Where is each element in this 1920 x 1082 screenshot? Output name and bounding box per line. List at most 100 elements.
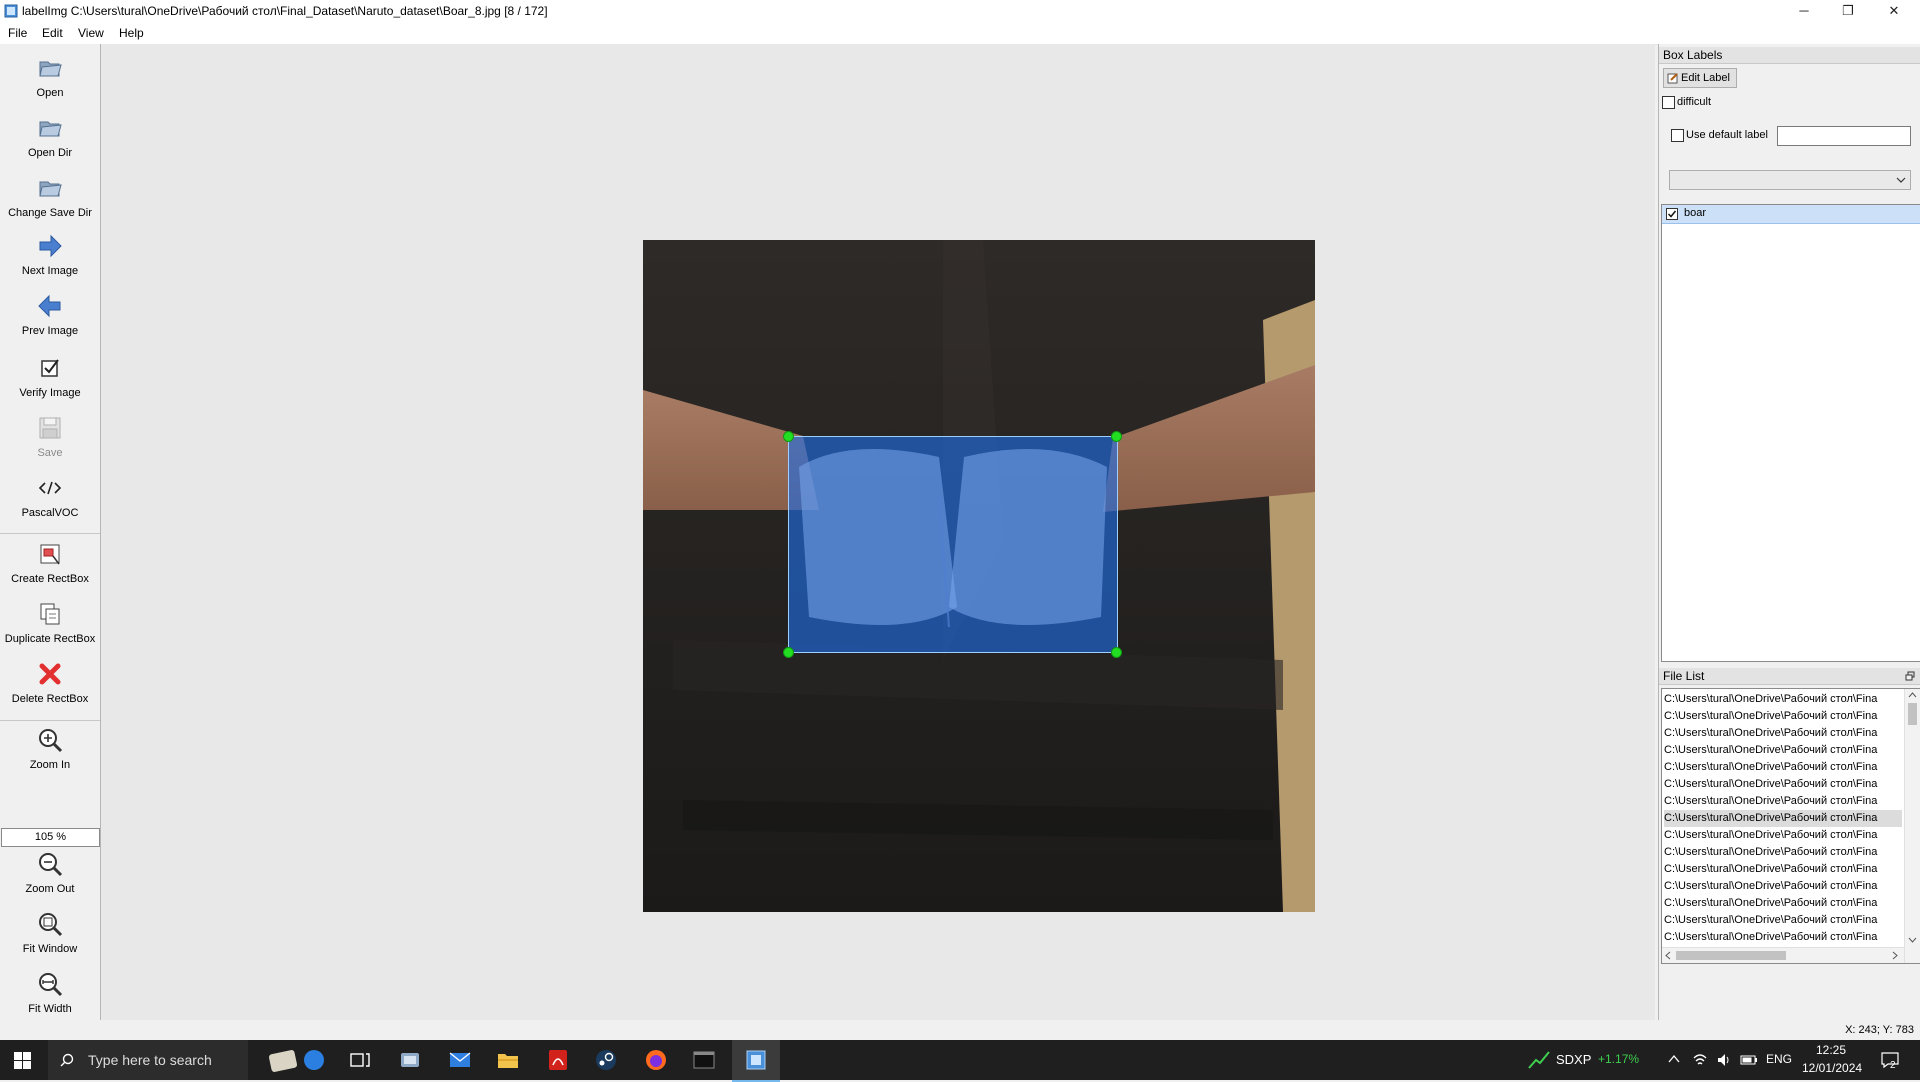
save-button[interactable]: Save [0,414,100,459]
wifi-icon[interactable] [1692,1052,1708,1068]
fit-window-label: Fit Window [22,943,78,955]
file-list-item[interactable]: C:\Users\tural\OneDrive\Рабочий стол\Fin… [1664,895,1902,912]
image-canvas[interactable] [101,44,1655,1020]
scroll-left-icon[interactable] [1665,951,1671,960]
bbox-handle-bottom-left[interactable] [783,647,794,658]
stock-change: +1.17% [1598,1052,1640,1066]
scroll-right-icon[interactable] [1892,951,1898,960]
zoom-in-button[interactable]: Zoom In [0,726,100,771]
close-button[interactable]: ✕ [1874,0,1914,22]
bbox-handle-top-left[interactable] [783,431,794,442]
title-bar: labelImg C:\Users\tural\OneDrive\Рабочий… [0,0,1920,22]
delete-rectbox-button[interactable]: Delete RectBox [0,660,100,705]
file-list-panel: File List [1659,668,1920,685]
folder-open-icon [39,181,62,197]
taskbar: Type here to search SDXP +1.17% ENG 12:2… [0,1040,1920,1082]
menu-edit[interactable]: Edit [42,26,63,40]
file-list-item[interactable]: C:\Users\tural\OneDrive\Рабочий стол\Fin… [1664,878,1902,895]
battery-icon[interactable] [1740,1053,1758,1067]
file-list-item[interactable]: C:\Users\tural\OneDrive\Рабочий стол\Fin… [1664,725,1902,742]
zoom-out-button[interactable]: Zoom Out [0,850,100,895]
file-list[interactable]: C:\Users\tural\OneDrive\Рабочий стол\Fin… [1661,688,1920,964]
mail-icon[interactable] [448,1048,472,1072]
clock-time[interactable]: 12:25 [1816,1043,1846,1057]
file-list-item[interactable]: C:\Users\tural\OneDrive\Рабочий стол\Fin… [1664,759,1902,776]
file-list-item[interactable]: C:\Users\tural\OneDrive\Рабочий стол\Fin… [1664,793,1902,810]
file-list-item[interactable]: C:\Users\tural\OneDrive\Рабочий стол\Fin… [1664,929,1902,946]
use-default-label-checkbox[interactable] [1671,129,1684,142]
toolbar-separator [0,720,100,721]
open-button[interactable]: Open [0,54,100,99]
scrollbar-thumb[interactable] [1908,703,1917,725]
bounding-box-boar[interactable] [788,436,1118,653]
checked-checkbox-icon[interactable] [1666,208,1678,220]
scrollbar-thumb[interactable] [1676,951,1786,960]
file-list-item-selected[interactable]: C:\Users\tural\OneDrive\Рабочий стол\Fin… [1664,810,1902,827]
fit-width-button[interactable]: Fit Width [0,970,100,1015]
firefox-icon[interactable] [644,1048,668,1072]
format-pascalvoc-button[interactable]: PascalVOC [0,474,100,519]
file-list-item[interactable]: C:\Users\tural\OneDrive\Рабочий стол\Fin… [1664,844,1902,861]
float-panel-icon[interactable] [1905,671,1915,681]
clock-date[interactable]: 12/01/2024 [1802,1061,1862,1075]
change-save-dir-label: Change Save Dir [8,207,92,219]
app-icon[interactable] [398,1048,422,1072]
label-list-item[interactable]: boar [1662,205,1920,224]
file-list-item[interactable]: C:\Users\tural\OneDrive\Рабочий стол\Fin… [1664,708,1902,725]
bbox-handle-bottom-right[interactable] [1111,647,1122,658]
box-labels-panel: Box Labels [1659,47,1920,64]
scroll-down-icon[interactable] [1908,937,1917,943]
file-list-item[interactable]: C:\Users\tural\OneDrive\Рабочий стол\Fin… [1664,691,1902,708]
scroll-up-icon[interactable] [1908,692,1917,698]
speaker-icon[interactable] [1716,1052,1732,1068]
delete-rectbox-label: Delete RectBox [11,693,89,705]
zoom-percent-spinbox[interactable]: 105 % [1,828,100,847]
file-list-item[interactable]: C:\Users\tural\OneDrive\Рабочий стол\Fin… [1664,776,1902,793]
file-list-horizontal-scrollbar[interactable] [1662,947,1904,963]
label-list[interactable]: boar [1661,204,1920,662]
windows-start-icon[interactable] [14,1052,31,1069]
toolbar-separator [0,533,100,534]
steam-icon[interactable] [594,1048,618,1072]
terminal-icon[interactable] [692,1048,716,1072]
bbox-handle-top-right[interactable] [1111,431,1122,442]
menu-help[interactable]: Help [119,26,144,40]
restore-button[interactable]: ❐ [1828,0,1868,22]
zoom-in-label: Zoom In [29,759,71,771]
menu-file[interactable]: File [8,26,27,40]
prev-image-label: Prev Image [21,325,79,337]
verify-image-label: Verify Image [19,387,81,399]
edit-label-button[interactable]: Edit Label [1663,68,1737,88]
code-tag-icon [38,481,62,495]
pdf-reader-icon[interactable] [546,1048,570,1072]
search-highlight-icon[interactable] [258,1042,328,1078]
fit-window-button[interactable]: Fit Window [0,910,100,955]
chevron-down-icon [1896,177,1906,183]
open-dir-button[interactable]: Open Dir [0,114,100,159]
create-rectbox-button[interactable]: Create RectBox [0,540,100,585]
duplicate-rectbox-button[interactable]: Duplicate RectBox [0,600,100,645]
verify-image-button[interactable]: Verify Image [0,354,100,399]
labelimg-app-icon [746,1050,766,1070]
file-list-item[interactable]: C:\Users\tural\OneDrive\Рабочий стол\Fin… [1664,912,1902,929]
stock-chart-icon[interactable] [1528,1050,1550,1070]
file-list-vertical-scrollbar[interactable] [1904,689,1920,963]
file-explorer-icon[interactable] [496,1048,520,1072]
taskbar-search-box[interactable]: Type here to search [48,1040,248,1080]
file-list-item[interactable]: C:\Users\tural\OneDrive\Рабочий стол\Fin… [1664,827,1902,844]
file-list-item[interactable]: C:\Users\tural\OneDrive\Рабочий стол\Fin… [1664,742,1902,759]
edit-label-text: Edit Label [1681,72,1730,84]
difficult-checkbox[interactable] [1662,96,1675,109]
task-view-icon[interactable] [348,1048,372,1072]
chevron-up-icon[interactable] [1668,1054,1680,1064]
menu-view[interactable]: View [78,26,104,40]
file-list-item[interactable]: C:\Users\tural\OneDrive\Рабочий стол\Fin… [1664,861,1902,878]
default-label-input[interactable] [1777,126,1911,146]
prev-image-button[interactable]: Prev Image [0,292,100,337]
label-combobox[interactable] [1669,170,1911,190]
change-save-dir-button[interactable]: Change Save Dir [0,174,100,219]
next-image-button[interactable]: Next Image [0,232,100,277]
input-language[interactable]: ENG [1766,1052,1792,1066]
minimize-button[interactable]: ─ [1784,0,1824,22]
labelimg-taskbar-button[interactable] [732,1040,780,1082]
